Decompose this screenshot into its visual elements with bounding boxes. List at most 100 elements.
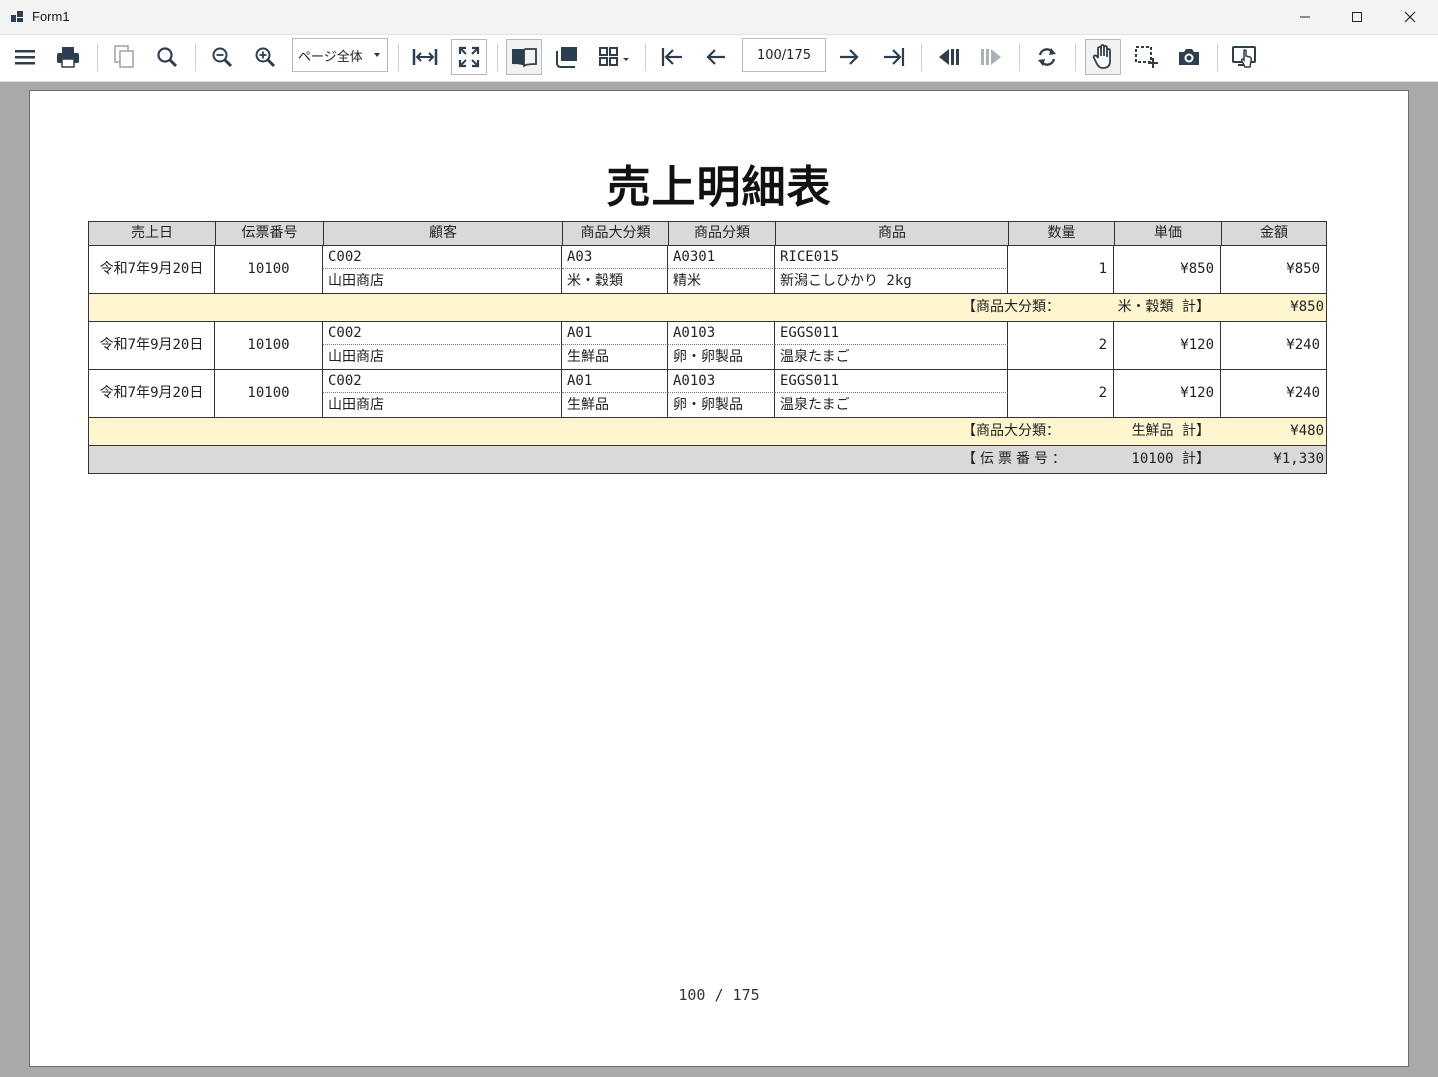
page-number-input[interactable]: 100/175 bbox=[742, 38, 826, 72]
subtotal-value-label: 米・穀類 計】 bbox=[1117, 299, 1210, 315]
header-date: 売上日 bbox=[89, 222, 216, 245]
cell-product-code: RICE015 bbox=[775, 246, 1008, 269]
prev-page-button[interactable] bbox=[698, 39, 734, 75]
cell-qty: 1 bbox=[1008, 246, 1114, 293]
subtotal-label: 【商品大分類： bbox=[962, 423, 1060, 439]
first-page-icon bbox=[661, 48, 682, 66]
header-major-category: 商品大分類 bbox=[563, 222, 669, 245]
total-value-label: 10100 計】 bbox=[1131, 451, 1210, 467]
cell-amount: ¥240 bbox=[1221, 322, 1327, 369]
history-forward-button[interactable] bbox=[973, 39, 1009, 75]
maximize-icon bbox=[1352, 12, 1362, 22]
cell-amount: ¥240 bbox=[1221, 370, 1327, 417]
print-button[interactable] bbox=[50, 39, 86, 75]
cell-customer-name: 山田商店 bbox=[323, 393, 562, 417]
selection-tool-icon bbox=[1135, 46, 1158, 68]
minimize-button[interactable] bbox=[1282, 0, 1328, 34]
continuous-button[interactable] bbox=[549, 39, 585, 75]
hand-tool-button[interactable] bbox=[1085, 39, 1121, 75]
fit-width-icon bbox=[412, 49, 438, 65]
cell-category-name: 卵・卵製品 bbox=[668, 345, 775, 369]
subtotal-row: 【商品大分類： 生鮮品 計】 ¥480 bbox=[88, 418, 1327, 446]
selection-tool-button[interactable] bbox=[1128, 39, 1164, 75]
cell-unit-price: ¥120 bbox=[1114, 370, 1221, 417]
zoom-in-button[interactable] bbox=[247, 39, 283, 75]
page-number-value: 100/175 bbox=[756, 47, 811, 63]
slip-total-row: 【伝票番号： 10100 計】 ¥1,330 bbox=[88, 446, 1327, 474]
header-unit-price: 単価 bbox=[1115, 222, 1222, 245]
fit-width-button[interactable] bbox=[407, 39, 443, 75]
history-back-button[interactable] bbox=[931, 39, 967, 75]
menu-button[interactable] bbox=[7, 39, 43, 75]
subtotal-value-label: 生鮮品 計】 bbox=[1131, 423, 1210, 439]
header-qty: 数量 bbox=[1009, 222, 1115, 245]
zoom-out-button[interactable] bbox=[204, 39, 240, 75]
snapshot-button[interactable] bbox=[1171, 39, 1207, 75]
last-page-icon bbox=[884, 48, 905, 66]
cell-major-name: 米・穀類 bbox=[562, 269, 668, 293]
touch-mode-button[interactable] bbox=[1227, 39, 1263, 75]
cell-category-code: A0103 bbox=[668, 370, 775, 393]
cell-product-code: EGGS011 bbox=[775, 322, 1008, 345]
refresh-button[interactable] bbox=[1029, 39, 1065, 75]
hand-tool-icon bbox=[1092, 44, 1111, 69]
fit-page-button[interactable] bbox=[451, 39, 487, 75]
cell-slip: 10100 bbox=[215, 322, 323, 369]
cell-category-name: 卵・卵製品 bbox=[668, 393, 775, 417]
multi-page-button[interactable] bbox=[594, 39, 636, 75]
refresh-icon bbox=[1038, 48, 1056, 66]
header-amount: 金額 bbox=[1222, 222, 1327, 245]
cell-product-code: EGGS011 bbox=[775, 370, 1008, 393]
cell-slip: 10100 bbox=[215, 246, 323, 293]
find-icon bbox=[157, 47, 178, 68]
cell-date: 令和7年9月20日 bbox=[89, 322, 215, 369]
copy-icon bbox=[114, 45, 134, 68]
report-page: 売上明細表 売上日 伝票番号 顧客 商品大分類 商品分類 商品 数量 単価 金額… bbox=[29, 90, 1409, 1067]
maximize-button[interactable] bbox=[1334, 0, 1380, 34]
first-page-button[interactable] bbox=[654, 39, 690, 75]
close-icon bbox=[1404, 11, 1416, 23]
total-amount: ¥1,330 bbox=[1273, 451, 1324, 467]
subtotal-amount: ¥850 bbox=[1290, 299, 1324, 315]
cell-customer-name: 山田商店 bbox=[323, 345, 562, 369]
print-icon bbox=[57, 47, 79, 68]
title-bar: Form1 bbox=[0, 0, 1438, 35]
cell-qty: 2 bbox=[1008, 370, 1114, 417]
cell-date: 令和7年9月20日 bbox=[89, 370, 215, 417]
cell-major-code: A01 bbox=[562, 370, 668, 393]
last-page-button[interactable] bbox=[876, 39, 912, 75]
header-product: 商品 bbox=[776, 222, 1009, 245]
find-button[interactable] bbox=[149, 39, 185, 75]
zoom-in-icon bbox=[255, 47, 276, 68]
single-page-button[interactable] bbox=[506, 39, 542, 75]
cell-major-name: 生鮮品 bbox=[562, 393, 668, 417]
cell-customer-code: C002 bbox=[323, 322, 562, 345]
snapshot-icon bbox=[1179, 49, 1199, 65]
touch-mode-icon bbox=[1232, 46, 1256, 68]
close-button[interactable] bbox=[1387, 0, 1433, 34]
cell-date: 令和7年9月20日 bbox=[89, 246, 215, 293]
cell-customer-code: C002 bbox=[323, 246, 562, 269]
next-page-button[interactable] bbox=[831, 39, 867, 75]
cell-major-code: A01 bbox=[562, 322, 668, 345]
cell-customer-name: 山田商店 bbox=[323, 269, 562, 293]
prev-page-icon bbox=[706, 49, 725, 65]
header-category: 商品分類 bbox=[669, 222, 776, 245]
menu-icon bbox=[15, 50, 35, 65]
table-row: 令和7年9月20日 10100 C002 山田商店 A01 生鮮品 A0103 … bbox=[88, 322, 1327, 370]
cell-amount: ¥850 bbox=[1221, 246, 1327, 293]
cell-category-code: A0301 bbox=[668, 246, 775, 269]
cell-unit-price: ¥850 bbox=[1114, 246, 1221, 293]
cell-category-code: A0103 bbox=[668, 322, 775, 345]
cell-product-name: 温泉たまご bbox=[775, 345, 1008, 369]
fit-page-icon bbox=[458, 46, 480, 68]
cell-unit-price: ¥120 bbox=[1114, 322, 1221, 369]
table-header: 売上日 伝票番号 顧客 商品大分類 商品分類 商品 数量 単価 金額 bbox=[88, 221, 1327, 246]
header-customer: 顧客 bbox=[324, 222, 563, 245]
history-forward-icon bbox=[981, 49, 1001, 65]
zoom-mode-select[interactable]: ページ全体 bbox=[292, 38, 388, 72]
subtotal-amount: ¥480 bbox=[1290, 423, 1324, 439]
next-page-icon bbox=[840, 49, 859, 65]
single-page-icon bbox=[512, 48, 537, 67]
copy-button[interactable] bbox=[106, 39, 142, 75]
